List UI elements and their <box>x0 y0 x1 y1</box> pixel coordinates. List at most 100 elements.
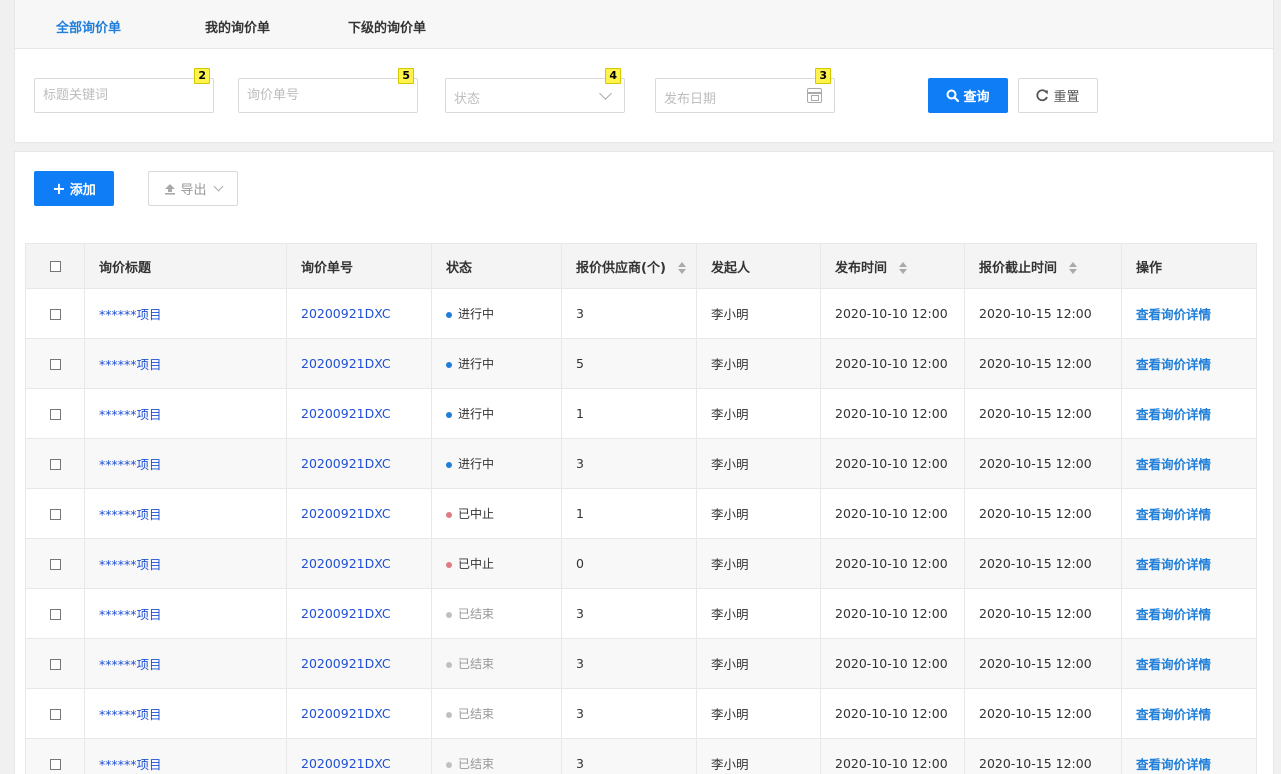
inquiry-title-link[interactable]: ******项目 <box>99 457 162 472</box>
number-cell: 20200921DXC <box>286 288 432 339</box>
deadline-cell: 2020-10-15 12:00 <box>964 338 1122 389</box>
inquiry-title-link[interactable]: ******项目 <box>99 307 162 322</box>
inquiry-number-link[interactable]: 20200921DXC <box>301 756 391 771</box>
status-dot-icon <box>446 561 452 568</box>
inquiry-table: 询价标题 询价单号 状态 报价供应商(个) 发起人 发布时间 报价截止时间 操作… <box>25 243 1257 774</box>
table-row: ******项目 20200921DXC 进行中 3 李小明 2020-10-10 12:… <box>25 288 1257 339</box>
status-cell: 已结束 <box>431 588 562 639</box>
inquiry-title-link[interactable]: ******项目 <box>99 357 162 372</box>
header-number: 询价单号 <box>286 243 432 289</box>
status-select[interactable]: 状态 4 <box>445 68 625 113</box>
header-deadline-label: 报价截止时间 <box>979 260 1058 276</box>
select-all-cell <box>25 243 85 289</box>
view-details-link[interactable]: 查看询价详情 <box>1136 757 1211 772</box>
inquiry-title-link[interactable]: ******项目 <box>99 757 162 772</box>
export-dropdown[interactable]: 导出 <box>148 171 238 206</box>
tab-all-inquiries[interactable]: 全部询价单 <box>56 17 121 36</box>
sort-icon[interactable] <box>1069 262 1078 274</box>
deadline-cell: 2020-10-15 12:00 <box>964 738 1122 774</box>
view-details-link[interactable]: 查看询价详情 <box>1136 707 1211 722</box>
row-checkbox[interactable] <box>49 309 61 320</box>
deadline-cell: 2020-10-15 12:00 <box>964 438 1122 489</box>
initiator-cell: 李小明 <box>696 538 821 589</box>
table-row: ******项目 20200921DXC 已结束 3 李小明 2020-10-10 12:… <box>25 688 1257 739</box>
row-checkbox[interactable] <box>49 459 61 470</box>
number-cell: 20200921DXC <box>286 738 432 774</box>
header-publish-time[interactable]: 发布时间 <box>820 243 965 289</box>
row-checkbox[interactable] <box>49 659 61 670</box>
upload-icon <box>165 183 176 195</box>
row-checkbox[interactable] <box>49 759 61 770</box>
initiator-cell: 李小明 <box>696 588 821 639</box>
inquiry-number-link[interactable]: 20200921DXC <box>301 706 391 721</box>
row-select-cell <box>25 588 85 639</box>
row-select-cell <box>25 438 85 489</box>
reset-button[interactable]: 重置 <box>1018 78 1098 113</box>
row-checkbox[interactable] <box>49 509 61 520</box>
inquiry-number-link[interactable]: 20200921DXC <box>301 656 391 671</box>
table-row: ******项目 20200921DXC 已结束 3 李小明 2020-10-10 12:… <box>25 588 1257 639</box>
view-details-link[interactable]: 查看询价详情 <box>1136 407 1211 422</box>
number-cell: 20200921DXC <box>286 588 432 639</box>
header-publish-time-label: 发布时间 <box>835 260 888 276</box>
suppliers-cell: 0 <box>561 538 697 589</box>
publish-time-cell: 2020-10-10 12:00 <box>820 638 965 689</box>
row-checkbox[interactable] <box>49 559 61 570</box>
chevron-down-icon <box>213 181 223 192</box>
inquiry-number-link[interactable]: 20200921DXC <box>301 356 391 371</box>
view-details-link[interactable]: 查看询价详情 <box>1136 357 1211 372</box>
inquiry-title-link[interactable]: ******项目 <box>99 557 162 572</box>
suppliers-cell: 5 <box>561 338 697 389</box>
inquiry-number-link[interactable]: 20200921DXC <box>301 506 391 521</box>
row-checkbox[interactable] <box>49 359 61 370</box>
tab-subordinate-inquiries[interactable]: 下级的询价单 <box>348 17 426 36</box>
publish-time-cell: 2020-10-10 12:00 <box>820 738 965 774</box>
view-details-link[interactable]: 查看询价详情 <box>1136 307 1211 322</box>
inquiry-number-input[interactable] <box>239 79 417 112</box>
row-checkbox[interactable] <box>49 409 61 420</box>
table-row: ******项目 20200921DXC 已结束 3 李小明 2020-10-10 12:… <box>25 738 1257 774</box>
header-deadline[interactable]: 报价截止时间 <box>964 243 1122 289</box>
view-details-link[interactable]: 查看询价详情 <box>1136 457 1211 472</box>
inquiry-number-link[interactable]: 20200921DXC <box>301 306 391 321</box>
view-details-link[interactable]: 查看询价详情 <box>1136 557 1211 572</box>
view-details-link[interactable]: 查看询价详情 <box>1136 507 1211 522</box>
table-row: ******项目 20200921DXC 进行中 5 李小明 2020-10-10 12:… <box>25 338 1257 389</box>
publish-date-picker[interactable]: 发布日期 3 <box>655 68 835 113</box>
status-text: 已结束 <box>458 757 495 771</box>
status-cell: 进行中 <box>431 438 562 489</box>
initiator-cell: 李小明 <box>696 288 821 339</box>
add-button[interactable]: + 添加 <box>34 171 114 206</box>
suppliers-cell: 1 <box>561 488 697 539</box>
status-cell: 已结束 <box>431 738 562 774</box>
view-details-link[interactable]: 查看询价详情 <box>1136 657 1211 672</box>
publish-date-placeholder: 发布日期 <box>664 92 717 107</box>
tab-my-inquiries[interactable]: 我的询价单 <box>205 17 270 36</box>
inquiry-number-link[interactable]: 20200921DXC <box>301 406 391 421</box>
status-cell: 已结束 <box>431 638 562 689</box>
row-checkbox[interactable] <box>49 709 61 720</box>
keyword-input[interactable] <box>35 79 213 112</box>
inquiry-number-link[interactable]: 20200921DXC <box>301 456 391 471</box>
table-row: ******项目 20200921DXC 已中止 0 李小明 2020-10-10 12:… <box>25 538 1257 589</box>
select-all-checkbox[interactable] <box>49 260 61 272</box>
sort-icon[interactable] <box>677 262 686 274</box>
query-button-label: 查询 <box>963 90 990 105</box>
query-button[interactable]: 查询 <box>928 78 1008 113</box>
header-suppliers[interactable]: 报价供应商(个) <box>561 243 697 289</box>
keyword-badge: 2 <box>194 68 210 84</box>
inquiry-title-link[interactable]: ******项目 <box>99 607 162 622</box>
inquiry-number-link[interactable]: 20200921DXC <box>301 556 391 571</box>
status-dot-icon <box>446 711 452 718</box>
row-checkbox[interactable] <box>49 609 61 620</box>
inquiry-title-link[interactable]: ******项目 <box>99 707 162 722</box>
sort-icon[interactable] <box>899 262 908 274</box>
inquiry-title-link[interactable]: ******项目 <box>99 507 162 522</box>
inquiry-title-link[interactable]: ******项目 <box>99 407 162 422</box>
date-badge: 3 <box>815 68 831 84</box>
inquiry-title-link[interactable]: ******项目 <box>99 657 162 672</box>
inquiry-list-panel: + 添加 导出 询价标题 询价单号 状态 报价供应商(个) 发起人 发布时间 报… <box>14 151 1274 774</box>
status-dot-icon <box>446 511 452 518</box>
inquiry-number-link[interactable]: 20200921DXC <box>301 606 391 621</box>
view-details-link[interactable]: 查看询价详情 <box>1136 607 1211 622</box>
